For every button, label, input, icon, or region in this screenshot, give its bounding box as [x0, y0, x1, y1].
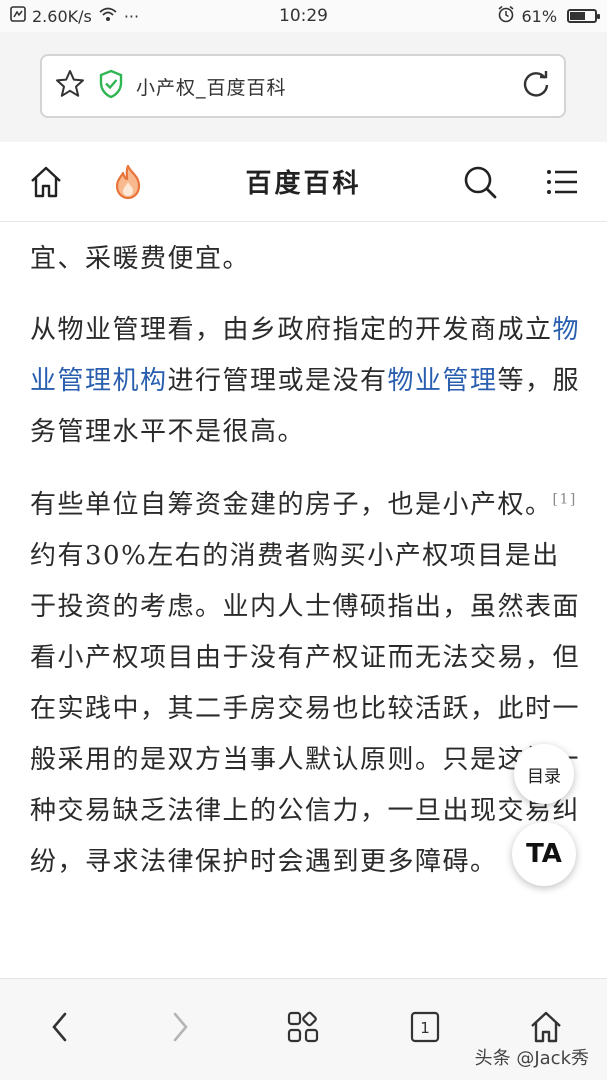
- battery-percent: 61%: [521, 6, 558, 26]
- apps-grid-icon[interactable]: [283, 1007, 323, 1047]
- network-speed: 2.60K/s: [32, 6, 92, 26]
- paragraph-text: 从物业管理看，由乡政府指定的开发商成立: [30, 315, 553, 345]
- url-text[interactable]: 小产权_百度百科: [136, 73, 520, 100]
- link-property-management[interactable]: 物业管理: [388, 366, 498, 396]
- forward-icon[interactable]: [160, 1007, 200, 1047]
- address-bar[interactable]: 小产权_百度百科: [40, 54, 566, 118]
- article-paragraph: 有些单位自筹资金建的房子，也是小产权。[1] 约有30%左右的消费者购买小产权项…: [30, 480, 585, 888]
- ta-button[interactable]: TA: [512, 822, 576, 886]
- tabs-button[interactable]: 1: [405, 1007, 445, 1047]
- reference-link[interactable]: [1]: [553, 491, 577, 507]
- battery-icon: [567, 9, 601, 23]
- hot-flame-icon[interactable]: [106, 160, 150, 204]
- more-notifications: ···: [123, 6, 140, 26]
- bookmark-star-icon[interactable]: [54, 68, 86, 104]
- site-header: 百度百科: [0, 142, 607, 222]
- alarm-icon: [497, 5, 515, 27]
- bottom-nav-bar: 1 头条 @Jack秀: [0, 978, 607, 1080]
- paragraph-text: 进行管理或是没有: [167, 366, 388, 396]
- article-paragraph: 从物业管理看，由乡政府指定的开发商成立物业管理机构进行管理或是没有物业管理等，服…: [30, 305, 585, 458]
- table-of-contents-button[interactable]: 目录: [514, 744, 574, 804]
- back-icon[interactable]: [40, 1007, 80, 1047]
- search-icon[interactable]: [458, 160, 502, 204]
- battery-level: [570, 12, 585, 20]
- article-paragraph: 宜、采暖费便宜。: [30, 244, 251, 274]
- secure-shield-icon: [98, 69, 124, 103]
- home-nav-icon[interactable]: [526, 1007, 566, 1047]
- site-title: 百度百科: [245, 169, 362, 199]
- article-body: 宜、采暖费便宜。 从物业管理看，由乡政府指定的开发商成立物业管理机构进行管理或是…: [30, 222, 585, 898]
- paragraph-text: 约有30%左右的消费者购买小产权项目是出于投资的考虑。业内人士傅硕指出，虽然表面…: [30, 541, 581, 877]
- paragraph-text: 有些单位自筹资金建的房子，也是小产权。: [30, 490, 553, 520]
- menu-icon[interactable]: [540, 160, 584, 204]
- wifi-icon: [98, 6, 118, 26]
- tab-count: 1: [420, 1019, 430, 1037]
- watermark: 头条 @Jack秀: [474, 1048, 589, 1069]
- network-status-icon: [10, 6, 26, 26]
- status-bar: 2.60K/s ··· 10:29 61%: [0, 0, 607, 32]
- clock: 10:29: [279, 6, 328, 26]
- reload-icon[interactable]: [520, 68, 552, 104]
- browser-toolbar: 小产权_百度百科: [0, 32, 607, 142]
- home-icon[interactable]: [24, 160, 68, 204]
